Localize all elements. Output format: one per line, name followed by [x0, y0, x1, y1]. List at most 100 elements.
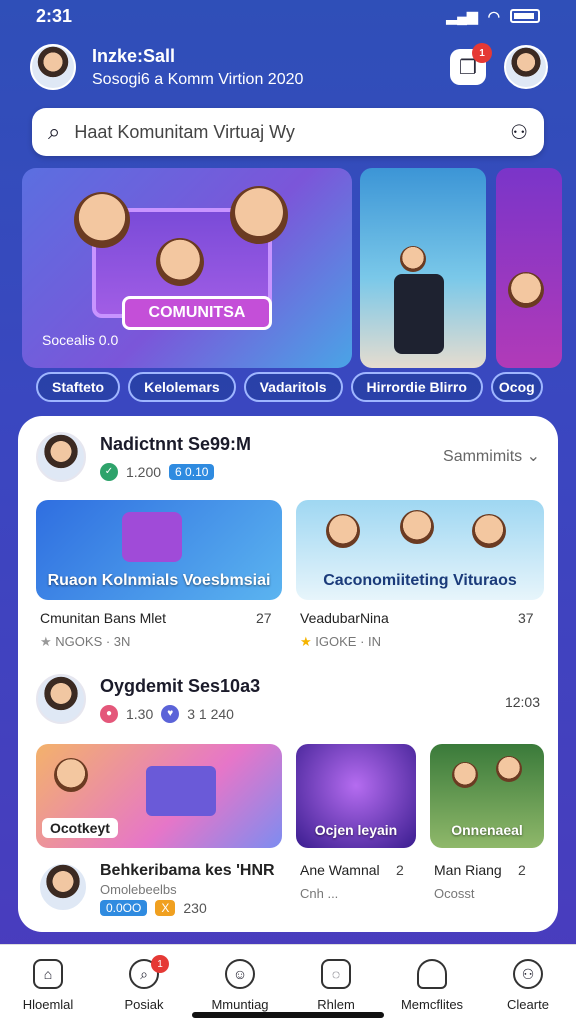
profile-icon: ⚇: [513, 959, 543, 989]
stat-icon: ●: [100, 704, 118, 723]
nav-label: Hloemlal: [22, 997, 74, 1012]
bell-icon: [417, 959, 447, 989]
creator-meta: 0.0OO X 230: [100, 900, 207, 916]
nav-badge: 1: [151, 955, 169, 973]
chip[interactable]: Ocog: [490, 372, 543, 402]
wifi-icon: ◠: [487, 7, 500, 24]
home-icon: ⌂: [33, 959, 63, 989]
home-indicator: [192, 1012, 384, 1018]
creator-badge: X: [155, 900, 176, 916]
feed-card: Nadictnnt Se99:M ✓ 1.200 6 0.10 Sammimit…: [18, 416, 558, 932]
chip[interactable]: Stafteto: [36, 372, 121, 402]
banner-carousel[interactable]: COMUNITSA Socealis 0.0 Stafteto Kelolema…: [22, 168, 562, 408]
section-text: Oygdemit Ses10a3 ● 1.30 ♥ 3 1 240: [100, 676, 260, 723]
creator-count: 230: [183, 900, 207, 916]
header-text: Inzke:Sall Sosogi6 a Komm Virtion 2020: [92, 46, 303, 89]
content-tile[interactable]: Onnenaeal: [430, 744, 544, 848]
section-avatar[interactable]: [36, 432, 86, 482]
section-title: Oygdemit Ses10a3: [100, 675, 261, 696]
chip[interactable]: Kelolemars: [128, 372, 236, 402]
section-header: Oygdemit Ses10a3 ● 1.30 ♥ 3 1 240: [36, 674, 260, 724]
tile-count: 2: [518, 862, 526, 878]
tile-caption: Cmunitan Bans Mlet: [40, 610, 167, 626]
stat-icon: ✓: [100, 462, 118, 481]
search-icon: ⌕: [48, 119, 61, 144]
content-tile[interactable]: Ruaon Kolnmials Voesbmsiai: [36, 500, 282, 600]
nav-search[interactable]: ⌕ 1 Posiak: [99, 955, 189, 1012]
chip[interactable]: Vadaritols: [243, 372, 343, 402]
smile-icon: ☺: [225, 959, 255, 989]
chat-icon: ◌: [321, 959, 351, 989]
heart-icon: ♥: [161, 704, 180, 723]
tile-caption: VeadubarNina: [300, 610, 389, 626]
content-tile[interactable]: Ocotkeyt: [36, 744, 282, 848]
tile-label: Caconomiiteting Vituraos: [323, 572, 517, 589]
tile-sub: ★ IGOKE · IN: [300, 634, 382, 649]
signal-icon: ▂▄▆: [446, 7, 478, 24]
notification-badge: 1: [472, 43, 492, 63]
nav-home[interactable]: ⌂ Hloemlal: [3, 959, 93, 1012]
sort-label: Sammimits: [443, 448, 523, 465]
nav-profile[interactable]: ⚇ Clearte: [483, 959, 573, 1012]
header-subtitle: Sosogi6 a Komm Virtion 2020: [92, 70, 304, 88]
app-header: Inzke:Sall Sosogi6 a Komm Virtion 2020 ❐…: [30, 42, 548, 92]
cartoon-face: [156, 238, 204, 286]
chip-row: Stafteto Kelolemars Vadaritols Hirrordie…: [36, 372, 543, 402]
search-bar[interactable]: ⌕ Haat Komunitam Virtuaj Wy ⚇: [32, 108, 544, 156]
tile-caption: Ane Wamnal: [300, 862, 380, 878]
user-icon[interactable]: ⚇: [510, 120, 528, 145]
content-tile[interactable]: Ocjen leyain: [296, 744, 416, 848]
section-text: Nadictnnt Se99:M ✓ 1.200 6 0.10: [100, 434, 251, 481]
notification-button[interactable]: ❐ 1: [450, 43, 492, 85]
section-time: 12:03: [504, 694, 540, 710]
meta-count: 1.30: [126, 705, 154, 722]
person-photo: [54, 758, 88, 792]
cartoon-face: [230, 186, 288, 244]
tile-label: Ocjen leyain: [314, 822, 398, 838]
star-icon: ★: [40, 634, 52, 649]
chevron-down-icon: ⌄: [526, 448, 540, 465]
banner-side[interactable]: [496, 168, 562, 368]
banner-pill: COMUNITSA: [122, 296, 272, 330]
person-photo: [496, 756, 522, 782]
section-meta: ● 1.30 ♥ 3 1 240: [100, 704, 260, 723]
cartoon-face: [74, 192, 130, 248]
nav-community[interactable]: ☺ Mmuntiag: [195, 959, 285, 1012]
tile-count: 2: [396, 862, 404, 878]
person-photo: [394, 274, 444, 354]
meta-tag: 6 0.10: [169, 463, 215, 480]
tile-caption: Man Riang: [434, 862, 502, 878]
meta-count: 1.200: [126, 463, 162, 480]
sort-dropdown[interactable]: Sammimits ⌄: [443, 446, 540, 466]
person-photo: [452, 762, 478, 788]
nav-label: Memcflites: [400, 997, 464, 1012]
tile-label: Ruaon Kolnmials Voesbmsiai: [47, 572, 271, 589]
user-avatar[interactable]: [30, 44, 76, 90]
tile-sub: ★ NGOKS · 3N: [40, 634, 131, 649]
creator-subtitle: Omolebeelbs: [100, 882, 177, 897]
creator-title: Behkeribama kes 'HNR: [100, 862, 275, 879]
nav-chat[interactable]: ◌ Rhlem: [291, 959, 381, 1012]
banner-photo[interactable]: [360, 168, 486, 368]
section-avatar[interactable]: [36, 674, 86, 724]
nav-notifications[interactable]: Memcflites: [387, 959, 477, 1012]
creator-avatar[interactable]: [38, 862, 88, 912]
battery-icon: [510, 9, 540, 23]
tile-count: 27: [256, 610, 272, 626]
section-title: Nadictnnt Se99:M: [100, 433, 252, 454]
content-tile[interactable]: Caconomiiteting Vituraos: [296, 500, 544, 600]
tile-sub: Cnh ...: [300, 886, 339, 901]
banner-main[interactable]: COMUNITSA Socealis 0.0: [22, 168, 352, 368]
bottom-nav: ⌂ Hloemlal ⌕ 1 Posiak ☺ Mmuntiag ◌ Rhlem…: [0, 944, 576, 1024]
chip[interactable]: Hirrordie Blirro: [350, 372, 483, 402]
banner-caption: Socealis 0.0: [42, 332, 119, 348]
profile-avatar[interactable]: [504, 45, 548, 89]
status-icons: ▂▄▆ ◠: [446, 8, 540, 25]
person-photo: [400, 510, 434, 544]
tile-sub: Ocosst: [434, 886, 475, 901]
meta-tag: 3 1 240: [187, 705, 234, 722]
star-icon: ★: [300, 634, 312, 649]
tile-label: Ocotkeyt: [42, 818, 118, 838]
user-name: Inzke:Sall: [92, 45, 176, 66]
creator-tag: 0.0OO: [100, 900, 148, 916]
